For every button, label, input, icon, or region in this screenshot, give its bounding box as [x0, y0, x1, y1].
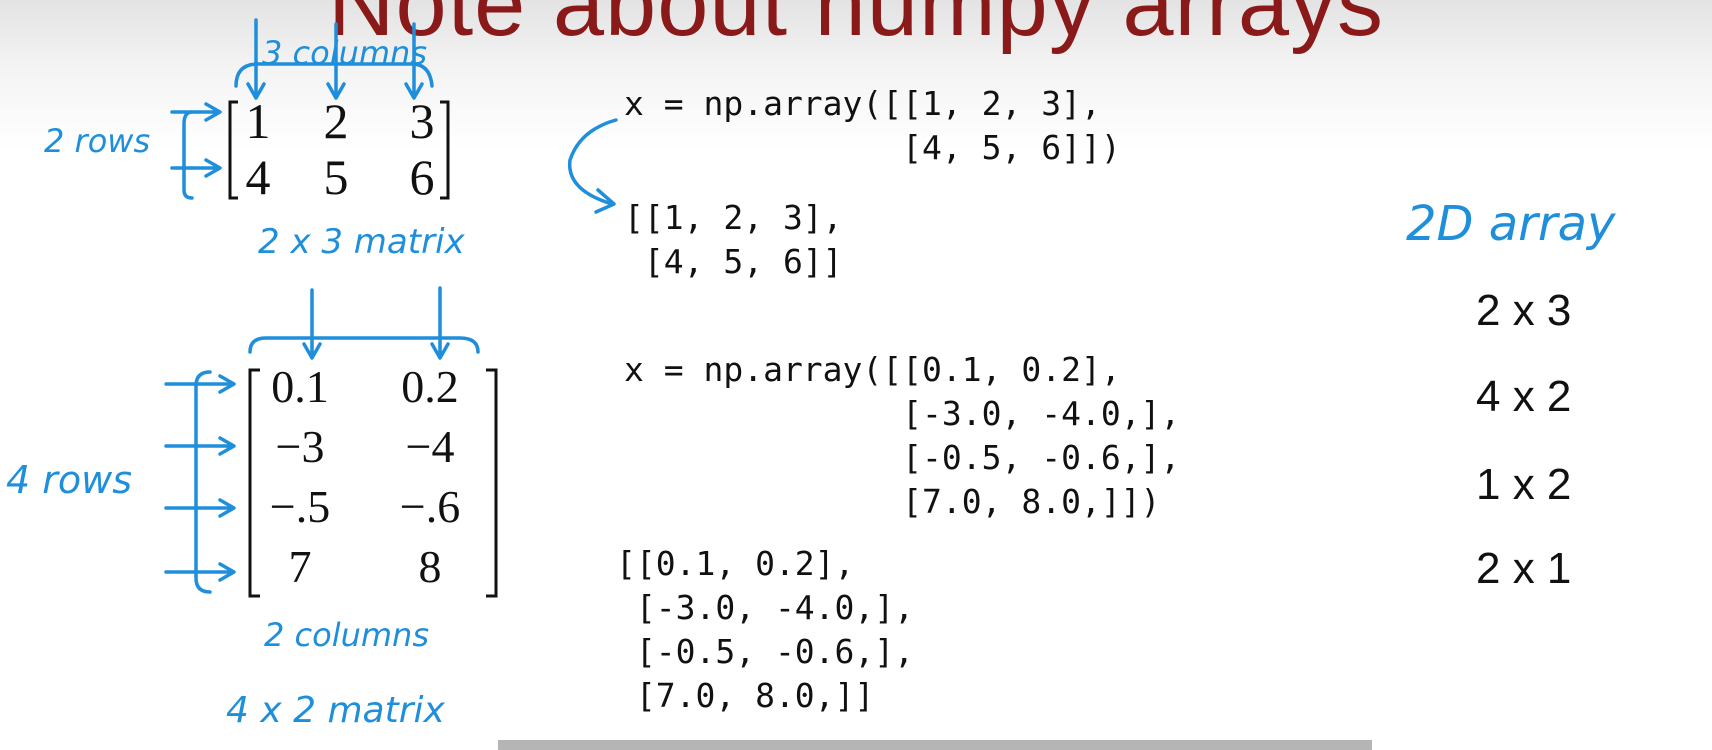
code-block-2: x = np.array([[0.1, 0.2], [-3.0, -4.0,],… [624, 350, 1181, 521]
code-output-2: [[0.1, 0.2], [-3.0, -4.0,], [-0.5, -0.6,… [616, 544, 915, 715]
code-block-1: x = np.array([[1, 2, 3], [4, 5, 6]]) [624, 84, 1121, 167]
shape-label: 2 x 3 [1476, 286, 1572, 335]
shape-label: 2 x 1 [1476, 544, 1572, 593]
shape-label: 1 x 2 [1476, 460, 1572, 509]
shape-label: 4 x 2 [1476, 372, 1572, 421]
annotation-2d-array: 2D array [1406, 196, 1616, 252]
horizontal-scrollbar[interactable] [498, 740, 1372, 750]
code-output-1: [[1, 2, 3], [4, 5, 6]] [624, 198, 843, 281]
